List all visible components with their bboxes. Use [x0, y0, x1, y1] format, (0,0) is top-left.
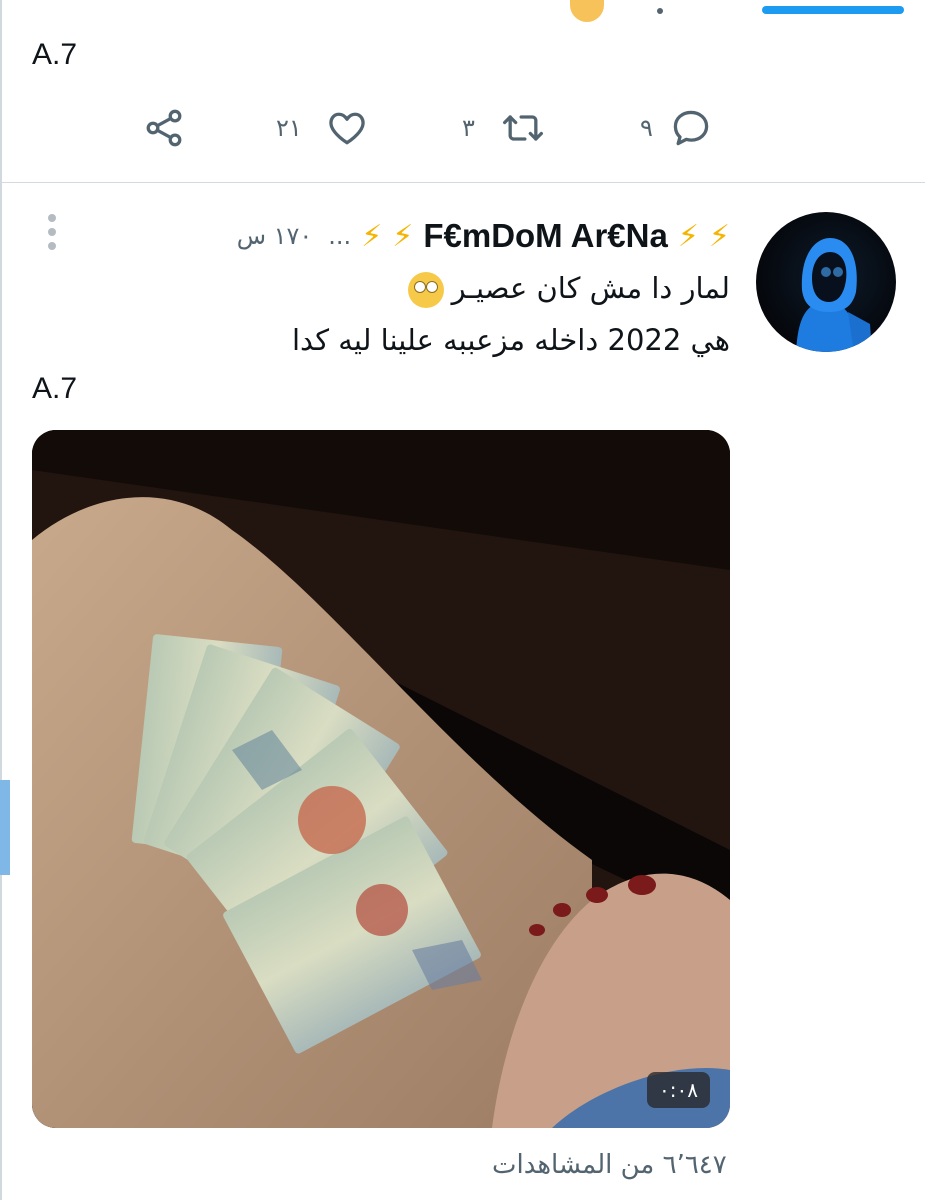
- lightning-icon: ⚡: [361, 218, 383, 254]
- tweet-header: ⚡ ⚡ F€mDoM Ar€Na ⚡ ⚡ ... ١٧٠ س: [90, 212, 730, 260]
- tweet-label: A.7: [32, 372, 78, 405]
- like-count: ٢١: [276, 114, 302, 142]
- cropped-dot: [657, 8, 663, 14]
- scroll-indicator[interactable]: [0, 780, 10, 875]
- retweet-count: ٣: [462, 114, 475, 142]
- more-options-icon[interactable]: [46, 214, 58, 256]
- retweet-icon: [497, 106, 549, 150]
- reply-count: ٩: [640, 114, 653, 142]
- retweet-button[interactable]: ٣: [462, 106, 549, 150]
- like-icon: [324, 106, 370, 150]
- tweet-text: لمار دا مش كان عصيـر هي 2022 داخله مزعبب…: [292, 262, 730, 366]
- display-name[interactable]: F€mDoM Ar€Na: [423, 217, 668, 255]
- reply-button[interactable]: ٩: [640, 106, 713, 150]
- like-button[interactable]: ٢١: [276, 106, 370, 150]
- share-icon: [142, 106, 186, 150]
- timestamp[interactable]: ١٧٠ س: [237, 222, 313, 250]
- tweet-video[interactable]: ٠:٠٨: [32, 430, 730, 1128]
- eye-roll-emoji: [407, 272, 444, 308]
- lightning-icon: ⚡: [677, 218, 699, 254]
- tweet-text-line: هي 2022 داخله مزعببه علينا ليه كدا: [292, 323, 730, 357]
- cropped-emoji: [570, 0, 604, 22]
- header-accent-bar: [762, 6, 904, 14]
- share-button[interactable]: [142, 106, 186, 150]
- view-count: ٦٬٦٤٧ من المشاهدات: [492, 1150, 727, 1180]
- tweet-divider: [0, 182, 925, 183]
- reply-icon: [669, 106, 713, 150]
- lightning-icon: ⚡: [392, 218, 414, 254]
- avatar[interactable]: [756, 212, 896, 352]
- tweet-text-line: لمار دا مش كان عصيـر: [451, 271, 730, 305]
- lightning-icon: ⚡: [708, 218, 730, 254]
- name-truncation: ...: [328, 222, 352, 250]
- video-duration: ٠:٠٨: [647, 1072, 710, 1108]
- previous-tweet-label: A.7: [32, 38, 78, 71]
- left-border: [0, 0, 2, 1200]
